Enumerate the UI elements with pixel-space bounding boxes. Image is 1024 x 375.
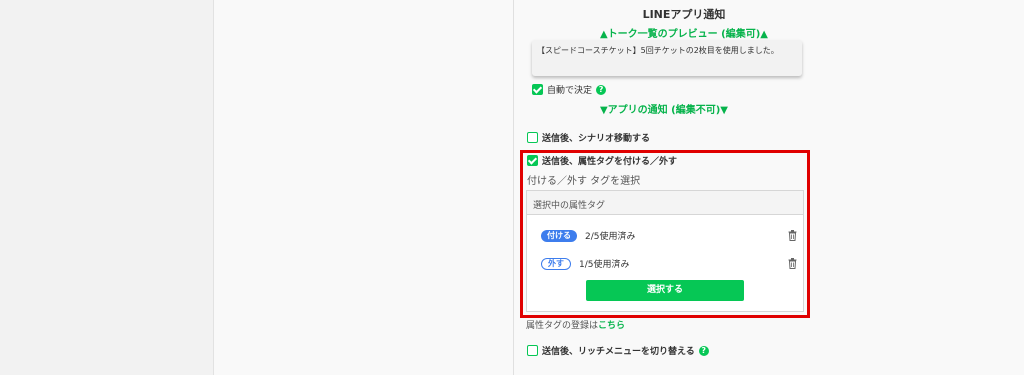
tag-register-link[interactable]: こちら bbox=[598, 321, 625, 331]
middle-pane bbox=[214, 0, 513, 375]
scenario-move-label: 送信後、シナリオ移動する bbox=[542, 134, 651, 144]
auto-decide-checkbox[interactable] bbox=[532, 84, 543, 95]
app-notification-toggle[interactable]: ▼アプリの通知 (編集不可)▼ bbox=[514, 101, 814, 116]
preview-message-bubble[interactable]: 【スピードコースチケット】5回チケットの2枚目を使用しました。 bbox=[532, 40, 802, 76]
help-icon[interactable]: ? bbox=[596, 84, 607, 95]
left-pane bbox=[0, 0, 213, 375]
scenario-move-option[interactable]: 送信後、シナリオ移動する bbox=[527, 131, 650, 144]
rich-menu-option[interactable]: 送信後、リッチメニューを切り替える ? bbox=[527, 344, 709, 357]
auto-decide-option[interactable]: 自動で決定 ? bbox=[532, 83, 607, 96]
rich-menu-checkbox[interactable] bbox=[527, 345, 538, 356]
auto-decide-label: 自動で決定 bbox=[547, 86, 593, 96]
tag-register-text: 属性タグの登録は bbox=[526, 321, 599, 331]
help-icon[interactable]: ? bbox=[698, 345, 709, 356]
tag-register-note: 属性タグの登録はこちら bbox=[526, 318, 625, 331]
talk-preview-toggle[interactable]: ▲トーク一覧のプレビュー (編集可)▲ bbox=[514, 25, 854, 40]
scenario-move-checkbox[interactable] bbox=[527, 132, 538, 143]
rich-menu-label: 送信後、リッチメニューを切り替える bbox=[542, 347, 695, 357]
line-notification-title: LINEアプリ通知 bbox=[642, 8, 726, 21]
highlight-box bbox=[520, 150, 810, 318]
